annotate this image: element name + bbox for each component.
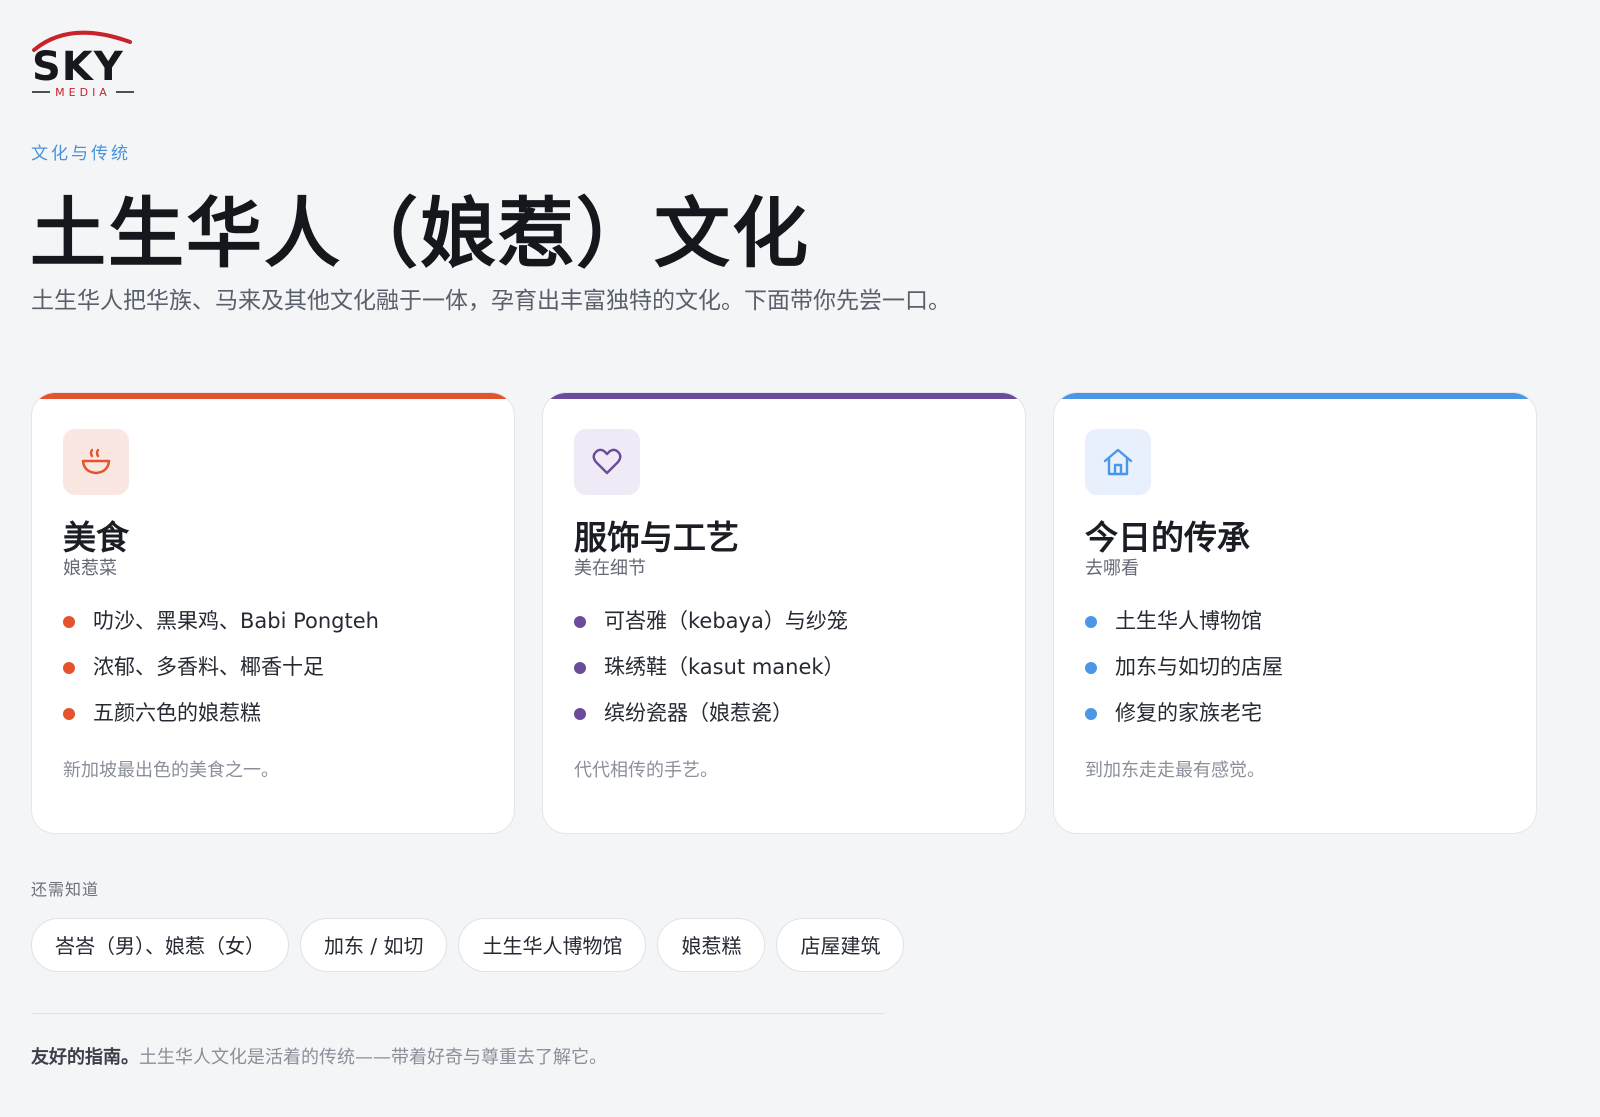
- list-item: 缤纷瓷器（娘惹瓷）: [574, 693, 848, 739]
- bowl-icon: [63, 429, 129, 495]
- card-dress-craft: 服饰与工艺 美在细节 可峇雅（kebaya）与纱笼 珠绣鞋（kasut mane…: [542, 392, 1026, 834]
- list-item: 修复的家族老宅: [1085, 693, 1283, 739]
- card-title: 服饰与工艺: [574, 518, 739, 557]
- list-item: 叻沙、黑果鸡、Babi Pongteh: [63, 601, 379, 647]
- card-note: 代代相传的手艺。: [574, 760, 718, 781]
- list-item-text: 五颜六色的娘惹糕: [93, 701, 261, 725]
- chip-shophouse[interactable]: 店屋建筑: [776, 918, 905, 972]
- list-item-text: 加东与如切的店屋: [1115, 655, 1283, 679]
- bullet-list: 土生华人博物馆 加东与如切的店屋 修复的家族老宅: [1085, 601, 1283, 739]
- topic-chips: 峇峇（男）、娘惹（女） 加东 / 如切 土生华人博物馆 娘惹糕 店屋建筑: [31, 918, 905, 972]
- card-note: 新加坡最出色的美食之一。: [63, 760, 279, 781]
- bullet-list: 可峇雅（kebaya）与纱笼 珠绣鞋（kasut manek） 缤纷瓷器（娘惹瓷…: [574, 601, 848, 739]
- logo-word: SKY: [32, 44, 124, 90]
- list-item-text: 珠绣鞋（kasut manek）: [604, 655, 845, 679]
- divider: [31, 1013, 885, 1014]
- chip-peranakan-museum[interactable]: 土生华人博物馆: [458, 918, 647, 972]
- list-item: 加东与如切的店屋: [1085, 647, 1283, 693]
- card-subtitle: 去哪看: [1085, 558, 1139, 579]
- list-item: 可峇雅（kebaya）与纱笼: [574, 601, 848, 647]
- bullet-dot: [63, 616, 75, 628]
- footer-note: 友好的指南。土生华人文化是活着的传统——带着好奇与尊重去了解它。: [31, 1043, 607, 1069]
- card-subtitle: 美在细节: [574, 558, 646, 579]
- heart-icon: [574, 429, 640, 495]
- logo-sub: MEDIA: [55, 86, 111, 99]
- list-item-text: 修复的家族老宅: [1115, 701, 1262, 725]
- list-item-text: 可峇雅（kebaya）与纱笼: [604, 609, 848, 633]
- card-note: 到加东走走最有感觉。: [1085, 760, 1265, 781]
- section-label: 还需知道: [31, 880, 100, 899]
- bullet-dot: [574, 708, 586, 720]
- sky-media-logo: SKY MEDIA: [30, 26, 140, 100]
- footer-strong: 友好的指南。: [31, 1047, 139, 1068]
- bullet-list: 叻沙、黑果鸡、Babi Pongteh 浓郁、多香料、椰香十足 五颜六色的娘惹糕: [63, 601, 379, 739]
- chip-baba-nyonya[interactable]: 峇峇（男）、娘惹（女）: [31, 918, 289, 972]
- list-item: 浓郁、多香料、椰香十足: [63, 647, 379, 693]
- card-heritage-today: 今日的传承 去哪看 土生华人博物馆 加东与如切的店屋 修复的家族老宅 到加东走走…: [1053, 392, 1537, 834]
- bullet-dot: [1085, 662, 1097, 674]
- chip-nyonya-kueh[interactable]: 娘惹糕: [657, 918, 766, 972]
- card-food: 美食 娘惹菜 叻沙、黑果鸡、Babi Pongteh 浓郁、多香料、椰香十足 五…: [31, 392, 515, 834]
- card-title: 美食: [63, 518, 129, 557]
- category-eyebrow: 文化与传统: [31, 144, 131, 164]
- list-item-text: 叻沙、黑果鸡、Babi Pongteh: [93, 609, 379, 633]
- list-item-text: 缤纷瓷器（娘惹瓷）: [604, 701, 793, 725]
- list-item: 五颜六色的娘惹糕: [63, 693, 379, 739]
- chip-katong-joochiat[interactable]: 加东 / 如切: [300, 918, 448, 972]
- bullet-dot: [63, 662, 75, 674]
- card-title: 今日的传承: [1085, 518, 1250, 557]
- list-item-text: 土生华人博物馆: [1115, 609, 1262, 633]
- footer-text: 土生华人文化是活着的传统——带着好奇与尊重去了解它。: [139, 1047, 607, 1068]
- list-item: 珠绣鞋（kasut manek）: [574, 647, 848, 693]
- intro-text: 土生华人把华族、马来及其他文化融于一体，孕育出丰富独特的文化。下面带你先尝一口。: [31, 288, 951, 314]
- bullet-dot: [574, 662, 586, 674]
- home-icon: [1085, 429, 1151, 495]
- page-title: 土生华人（娘惹）文化: [30, 189, 810, 278]
- card-subtitle: 娘惹菜: [63, 558, 117, 579]
- bullet-dot: [1085, 708, 1097, 720]
- bullet-dot: [63, 708, 75, 720]
- list-item-text: 浓郁、多香料、椰香十足: [93, 655, 324, 679]
- bullet-dot: [1085, 616, 1097, 628]
- list-item: 土生华人博物馆: [1085, 601, 1283, 647]
- bullet-dot: [574, 616, 586, 628]
